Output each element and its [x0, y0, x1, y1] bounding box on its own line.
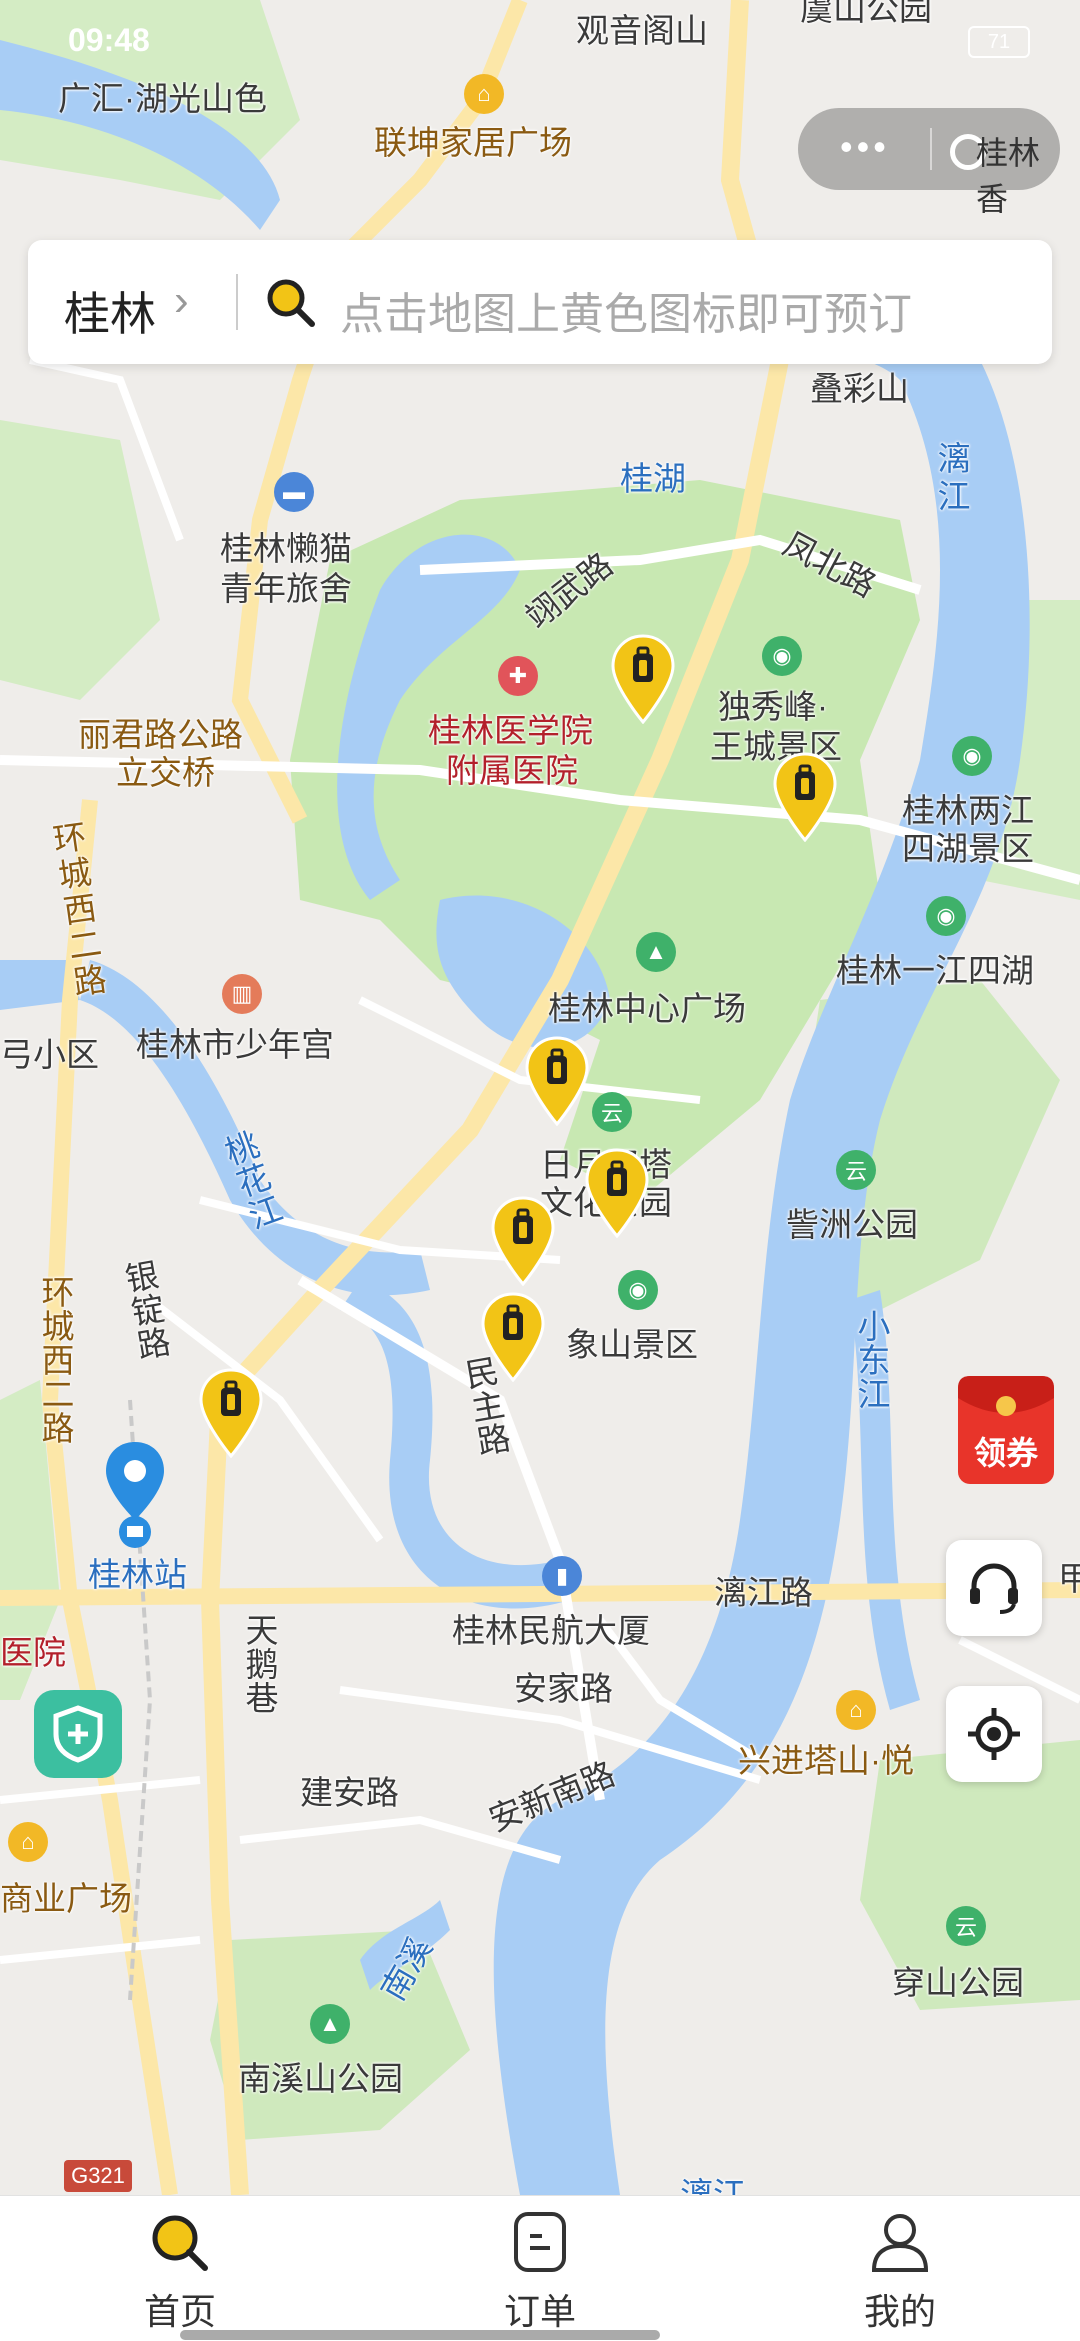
status-bar: 09:48 71	[0, 0, 1080, 80]
miniprogram-capsule[interactable]: ••• 桂林香	[798, 108, 1060, 217]
map-label-minhang: 桂林民航大厦	[452, 1612, 650, 1649]
tab-home-label: 首页	[143, 2291, 216, 2332]
crosshair-icon	[968, 1708, 1020, 1760]
bottom-tab-bar: 首页 订单 我的	[0, 2195, 1080, 2341]
luggage-storage-pin[interactable]	[772, 752, 838, 842]
map-label-zizhou: 訾洲公园	[786, 1206, 918, 1243]
map-label-liangjiang-1: 桂林两江	[902, 792, 1034, 829]
map-label-chuanshan: 穿山公园	[892, 1964, 1024, 2001]
locate-button[interactable]	[946, 1686, 1042, 1782]
map-label-zhongxin: 桂林中心广场	[548, 990, 746, 1027]
map-label-lijiang: 漓江	[937, 440, 971, 515]
map-label-lijiang-bottom: 漓江	[680, 2176, 746, 2195]
palace-poi-icon: ▥	[222, 974, 262, 1014]
map-label-xiangshan: 象山景区	[566, 1326, 698, 1363]
luggage-storage-pin[interactable]	[610, 634, 676, 724]
map-label-liangjiang-2: 四湖景区	[902, 830, 1034, 867]
shop-poi-icon: ⌂	[464, 74, 504, 114]
search-placeholder[interactable]: 点击地图上黄色图标即可预订	[340, 278, 912, 342]
tab-profile-label: 我的	[863, 2291, 936, 2332]
map-label-diecaishan: 叠彩山	[810, 370, 909, 407]
map-label-huancheng-2: 环城西二路	[41, 1274, 75, 1447]
search-icon	[152, 2215, 208, 2271]
shop-poi-icon: ⌂	[836, 1690, 876, 1730]
map-label-lijun-1: 丽君路公路	[78, 716, 243, 753]
hospital-poi-icon: ✚	[498, 656, 538, 696]
scenic-poi-icon: ◉	[926, 896, 966, 936]
luggage-storage-pin[interactable]	[480, 1292, 546, 1382]
hotel-poi-icon: ▬	[274, 472, 314, 512]
status-time: 09:48	[68, 22, 150, 58]
map-label-edge-right: 甲	[1058, 1560, 1080, 1597]
profile-icon	[871, 2214, 929, 2272]
map-label-station: 桂林站	[88, 1556, 187, 1593]
map-label-guanghui: 广汇·湖光山色	[58, 80, 267, 117]
insurance-button[interactable]	[34, 1690, 122, 1778]
road-code-badge: G321	[64, 2160, 132, 2192]
park-poi-icon: ▲	[636, 932, 676, 972]
map-label-yixue-2: 附属医院	[446, 752, 578, 789]
chevron-right-icon[interactable]: ›	[174, 276, 189, 326]
tab-orders[interactable]: 订单	[440, 2210, 640, 2335]
shield-plus-icon	[53, 1705, 103, 1763]
building-poi-icon: ▮	[542, 1556, 582, 1596]
scenic-poi-icon: ◉	[618, 1270, 658, 1310]
headset-icon	[970, 1563, 1018, 1614]
map-label-xiaodongjiang: 小东江	[857, 1308, 891, 1413]
map-label-lijun-2: 立交桥	[116, 754, 215, 791]
scenic-poi-icon: ◉	[762, 636, 802, 676]
park-poi-icon: 云	[836, 1150, 876, 1190]
park-poi-icon: ▲	[310, 2004, 350, 2044]
luggage-storage-pin[interactable]	[198, 1368, 264, 1458]
map-label-yixue-1: 桂林医学院	[428, 712, 593, 749]
capsule-label: 桂林香	[976, 135, 1041, 217]
map-label-nanxishan: 南溪山公园	[238, 2060, 403, 2097]
coupon-label: 领券	[973, 1435, 1038, 1471]
map-label-yiyuan: 医院	[0, 1634, 66, 1671]
more-options-icon[interactable]: •••	[840, 126, 890, 168]
map-label-shangye: 商业广场	[0, 1880, 132, 1917]
park-poi-icon: 云	[946, 1906, 986, 1946]
scenic-poi-icon: ◉	[952, 736, 992, 776]
map-label-lanmao-1: 桂林懒猫	[220, 530, 352, 567]
luggage-storage-pin[interactable]	[524, 1036, 590, 1126]
map-label-tiane: 天鹅巷	[245, 1612, 279, 1717]
map-label-duxiu-1: 独秀峰·	[718, 688, 828, 725]
luggage-storage-pin[interactable]	[490, 1196, 556, 1286]
customer-service-button[interactable]	[946, 1540, 1042, 1636]
city-selector[interactable]: 桂林	[64, 278, 156, 344]
tab-home[interactable]: 首页	[80, 2210, 280, 2335]
map-label-xiaoqu: 弓小区	[0, 1036, 99, 1073]
tab-profile[interactable]: 我的	[800, 2210, 1000, 2335]
shop-poi-icon: ⌂	[8, 1822, 48, 1862]
map-label-lijiang-road: 漓江路	[714, 1574, 813, 1611]
map-label-lanmao-2: 青年旅舍	[220, 570, 352, 607]
order-icon	[514, 2212, 566, 2272]
map-label-shaonian: 桂林市少年宫	[136, 1026, 334, 1063]
tab-orders-label: 订单	[503, 2291, 576, 2332]
battery-icon: 71	[968, 26, 1030, 58]
search-divider	[236, 274, 238, 330]
map-label-yijiang: 桂林一江四湖	[836, 952, 1034, 989]
search-icon[interactable]	[264, 276, 318, 330]
station-location-pin[interactable]	[102, 1440, 168, 1550]
home-indicator	[180, 2330, 660, 2340]
map-label-jianan: 建安路	[300, 1774, 399, 1811]
search-bar[interactable]: 桂林 › 点击地图上黄色图标即可预订	[28, 240, 1052, 364]
park-poi-icon: 云	[592, 1092, 632, 1132]
map-label-liankun: 联坤家居广场	[374, 124, 572, 161]
map-label-anjia: 安家路	[514, 1670, 613, 1707]
coupon-button[interactable]: 领券	[948, 1368, 1068, 1496]
map-label-guihu: 桂湖	[620, 460, 686, 497]
capsule-divider	[930, 128, 932, 170]
luggage-storage-pin[interactable]	[584, 1148, 650, 1238]
map-label-xingjin: 兴进塔山·悦	[738, 1742, 914, 1779]
